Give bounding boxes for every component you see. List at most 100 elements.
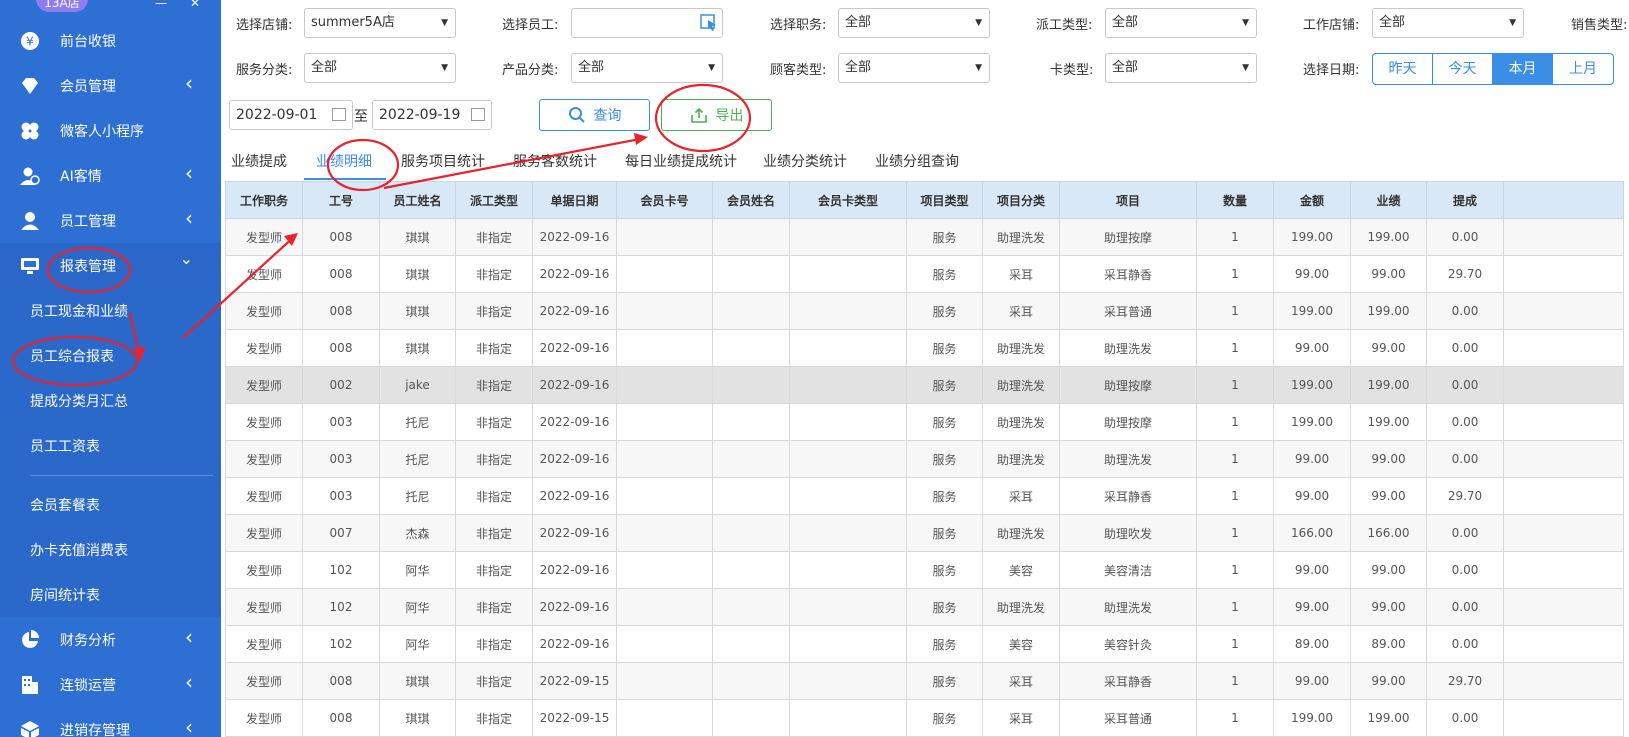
table-cell: 服务 — [906, 699, 983, 737]
table-cell: 助理洗发 — [982, 403, 1060, 441]
sidebar-item-a4[interactable]: 员工管理 ‹ — [0, 198, 221, 243]
table-cell — [712, 403, 790, 441]
calendar-icon[interactable] — [332, 108, 346, 121]
table-header-cell[interactable]: 会员姓名 — [712, 181, 790, 219]
export-button[interactable]: 导出 — [661, 99, 772, 131]
table-cell: 29.70 — [1426, 662, 1504, 700]
table-cell — [1503, 551, 1624, 589]
table-cell — [1503, 625, 1624, 663]
store-select[interactable]: summer5A店 ▼ — [304, 8, 456, 38]
table-header-cell[interactable]: 派工类型 — [455, 181, 533, 219]
table-cell: 199.00 — [1350, 366, 1427, 404]
table-row[interactable]: 发型师 008 琪琪 非指定 2022-09-16 服务 助理洗发 助理按摩 1 199.00 19… — [225, 218, 1624, 256]
picker-icon[interactable] — [700, 14, 718, 32]
service-select[interactable]: 全部 ▼ — [304, 53, 456, 83]
work-store-select[interactable]: 全部 ▼ — [1372, 8, 1524, 38]
table-row[interactable]: 发型师 102 阿华 非指定 2022-09-16 服务 美容 美容针灸 1 89.00 89.00… — [225, 625, 1624, 663]
table-row[interactable]: 发型师 003 托尼 非指定 2022-09-16 服务 采耳 采耳静香 1 99.00 99.00… — [225, 477, 1624, 515]
sidebar-subitem[interactable]: 员工现金和业绩 — [0, 288, 221, 333]
tab-2[interactable]: 服务项目统计 — [401, 150, 485, 180]
tab-3[interactable]: 服务客数统计 — [513, 150, 597, 180]
sidebar-subitem[interactable]: 员工工资表 — [0, 423, 221, 468]
table-header-cell[interactable]: 项目分类 — [982, 181, 1060, 219]
table-header-cell[interactable]: 员工姓名 — [379, 181, 456, 219]
sidebar-item-b0[interactable]: 财务分析 ‹ — [0, 617, 221, 662]
table-header-cell[interactable] — [1503, 181, 1624, 219]
sidebar-item-a2[interactable]: 微客人小程序 — [0, 108, 221, 153]
query-button[interactable]: 查询 — [539, 99, 650, 131]
table-header-cell[interactable]: 项目 — [1059, 181, 1197, 219]
table-header-cell[interactable]: 金额 — [1273, 181, 1351, 219]
date-to-input[interactable]: 2022-09-19 — [372, 100, 492, 130]
table-cell: 1 — [1196, 329, 1274, 367]
table-cell: 助理洗发 — [982, 440, 1060, 478]
table-header-cell[interactable]: 工作职务 — [225, 181, 303, 219]
date-range-button[interactable]: 昨天 — [1373, 54, 1433, 84]
table-cell: 采耳 — [982, 255, 1060, 293]
table-cell: 199.00 — [1273, 366, 1351, 404]
table-header-cell[interactable]: 工号 — [302, 181, 380, 219]
table-cell: 服务 — [906, 218, 983, 256]
table-cell: 99.00 — [1273, 662, 1351, 700]
table-cell: 003 — [302, 440, 380, 478]
sidebar-item-label: 前台收银 — [60, 33, 116, 50]
product-select[interactable]: 全部 ▼ — [571, 53, 723, 83]
date-range-button[interactable]: 今天 — [1433, 54, 1493, 84]
table-header-cell[interactable]: 数量 — [1196, 181, 1274, 219]
tab-6[interactable]: 业绩分组查询 — [875, 150, 959, 180]
clover-icon — [20, 121, 40, 141]
sidebar-item-b1[interactable]: 连锁运营 ‹ — [0, 662, 221, 707]
sidebar-subitem[interactable]: 员工综合报表 — [0, 333, 221, 378]
sidebar-item-a5[interactable]: 报表管理 ⌄ — [0, 243, 221, 288]
table-header-cell[interactable]: 单据日期 — [532, 181, 617, 219]
tab-5[interactable]: 业绩分类统计 — [763, 150, 847, 180]
table-cell: 99.00 — [1350, 255, 1427, 293]
table-row[interactable]: 发型师 102 阿华 非指定 2022-09-16 服务 美容 美容清洁 1 99.00 99.00… — [225, 551, 1624, 589]
table-row[interactable]: 发型师 008 琪琪 非指定 2022-09-15 服务 采耳 采耳普通 1 199.00 199.… — [225, 699, 1624, 737]
date-range-button[interactable]: 本月 — [1493, 54, 1553, 84]
table-header-cell[interactable]: 业绩 — [1350, 181, 1427, 219]
store-badge[interactable]: 13A店 — [36, 0, 88, 12]
close-icon[interactable]: ✕ — [190, 0, 200, 10]
table-header-cell[interactable]: 会员卡号 — [616, 181, 713, 219]
table-row[interactable]: 发型师 008 琪琪 非指定 2022-09-16 服务 助理洗发 助理洗发 1 99.00 99.… — [225, 329, 1624, 367]
date-from-input[interactable]: 2022-09-01 — [229, 100, 353, 130]
sidebar-subitem[interactable]: 房间统计表 — [0, 572, 221, 617]
table-header-cell[interactable]: 项目类型 — [906, 181, 983, 219]
table-row[interactable]: 发型师 008 琪琪 非指定 2022-09-15 服务 采耳 采耳静香 1 99.00 99.00… — [225, 662, 1624, 700]
staff-input[interactable] — [571, 8, 723, 38]
sidebar-subitem[interactable]: 办卡充值消费表 — [0, 527, 221, 572]
table-cell: 99.00 — [1273, 329, 1351, 367]
card-select[interactable]: 全部 ▼ — [1105, 53, 1257, 83]
table-cell — [789, 514, 907, 552]
table-row[interactable]: 发型师 008 琪琪 非指定 2022-09-16 服务 采耳 采耳静香 1 99.00 99.00… — [225, 255, 1624, 293]
sidebar-subitem[interactable]: 提成分类月汇总 — [0, 378, 221, 423]
tab-0[interactable]: 业绩提成 — [231, 150, 287, 180]
sidebar-item-b2[interactable]: 进销存管理 ‹ — [0, 707, 221, 737]
sidebar-item-a1[interactable]: 会员管理 ‹ — [0, 63, 221, 108]
table-row[interactable]: 发型师 002 jake 非指定 2022-09-16 服务 助理洗发 助理按摩 1 199.00… — [225, 366, 1624, 404]
table-row[interactable]: 发型师 003 托尼 非指定 2022-09-16 服务 助理洗发 助理洗发 1 99.00 99.… — [225, 440, 1624, 478]
table-row[interactable]: 发型师 008 琪琪 非指定 2022-09-16 服务 采耳 采耳普通 1 199.00 199.… — [225, 292, 1624, 330]
tab-1[interactable]: 业绩明细 — [304, 150, 386, 180]
table-cell: 1 — [1196, 255, 1274, 293]
date-range-button[interactable]: 上月 — [1553, 54, 1613, 84]
table-header-cell[interactable]: 提成 — [1426, 181, 1504, 219]
table-header-cell[interactable]: 会员卡类型 — [789, 181, 907, 219]
customer-select[interactable]: 全部 ▼ — [838, 53, 990, 83]
role-select[interactable]: 全部 ▼ — [838, 8, 990, 38]
table-cell: 2022-09-16 — [532, 625, 617, 663]
table-cell: 采耳静香 — [1059, 255, 1197, 293]
sidebar-subitem[interactable]: 会员套餐表 — [0, 482, 221, 527]
table-row[interactable]: 发型师 003 托尼 非指定 2022-09-16 服务 助理洗发 助理按摩 1 199.00 19… — [225, 403, 1624, 441]
table-cell: 199.00 — [1350, 292, 1427, 330]
sidebar-item-a3[interactable]: AI客情 ‹ — [0, 153, 221, 198]
sidebar-item-a0[interactable]: ¥ 前台收银 — [0, 18, 221, 63]
table-row[interactable]: 发型师 007 杰森 非指定 2022-09-16 服务 助理洗发 助理吹发 1 166.00 16… — [225, 514, 1624, 552]
minus-icon[interactable]: — — [155, 0, 167, 10]
dispatch-select[interactable]: 全部 ▼ — [1105, 8, 1257, 38]
calendar-icon[interactable] — [471, 108, 485, 121]
tab-4[interactable]: 每日业绩提成统计 — [625, 150, 737, 180]
table-row[interactable]: 发型师 102 阿华 非指定 2022-09-16 服务 助理洗发 助理洗发 1 99.00 99.… — [225, 588, 1624, 626]
table-cell: 99.00 — [1273, 255, 1351, 293]
